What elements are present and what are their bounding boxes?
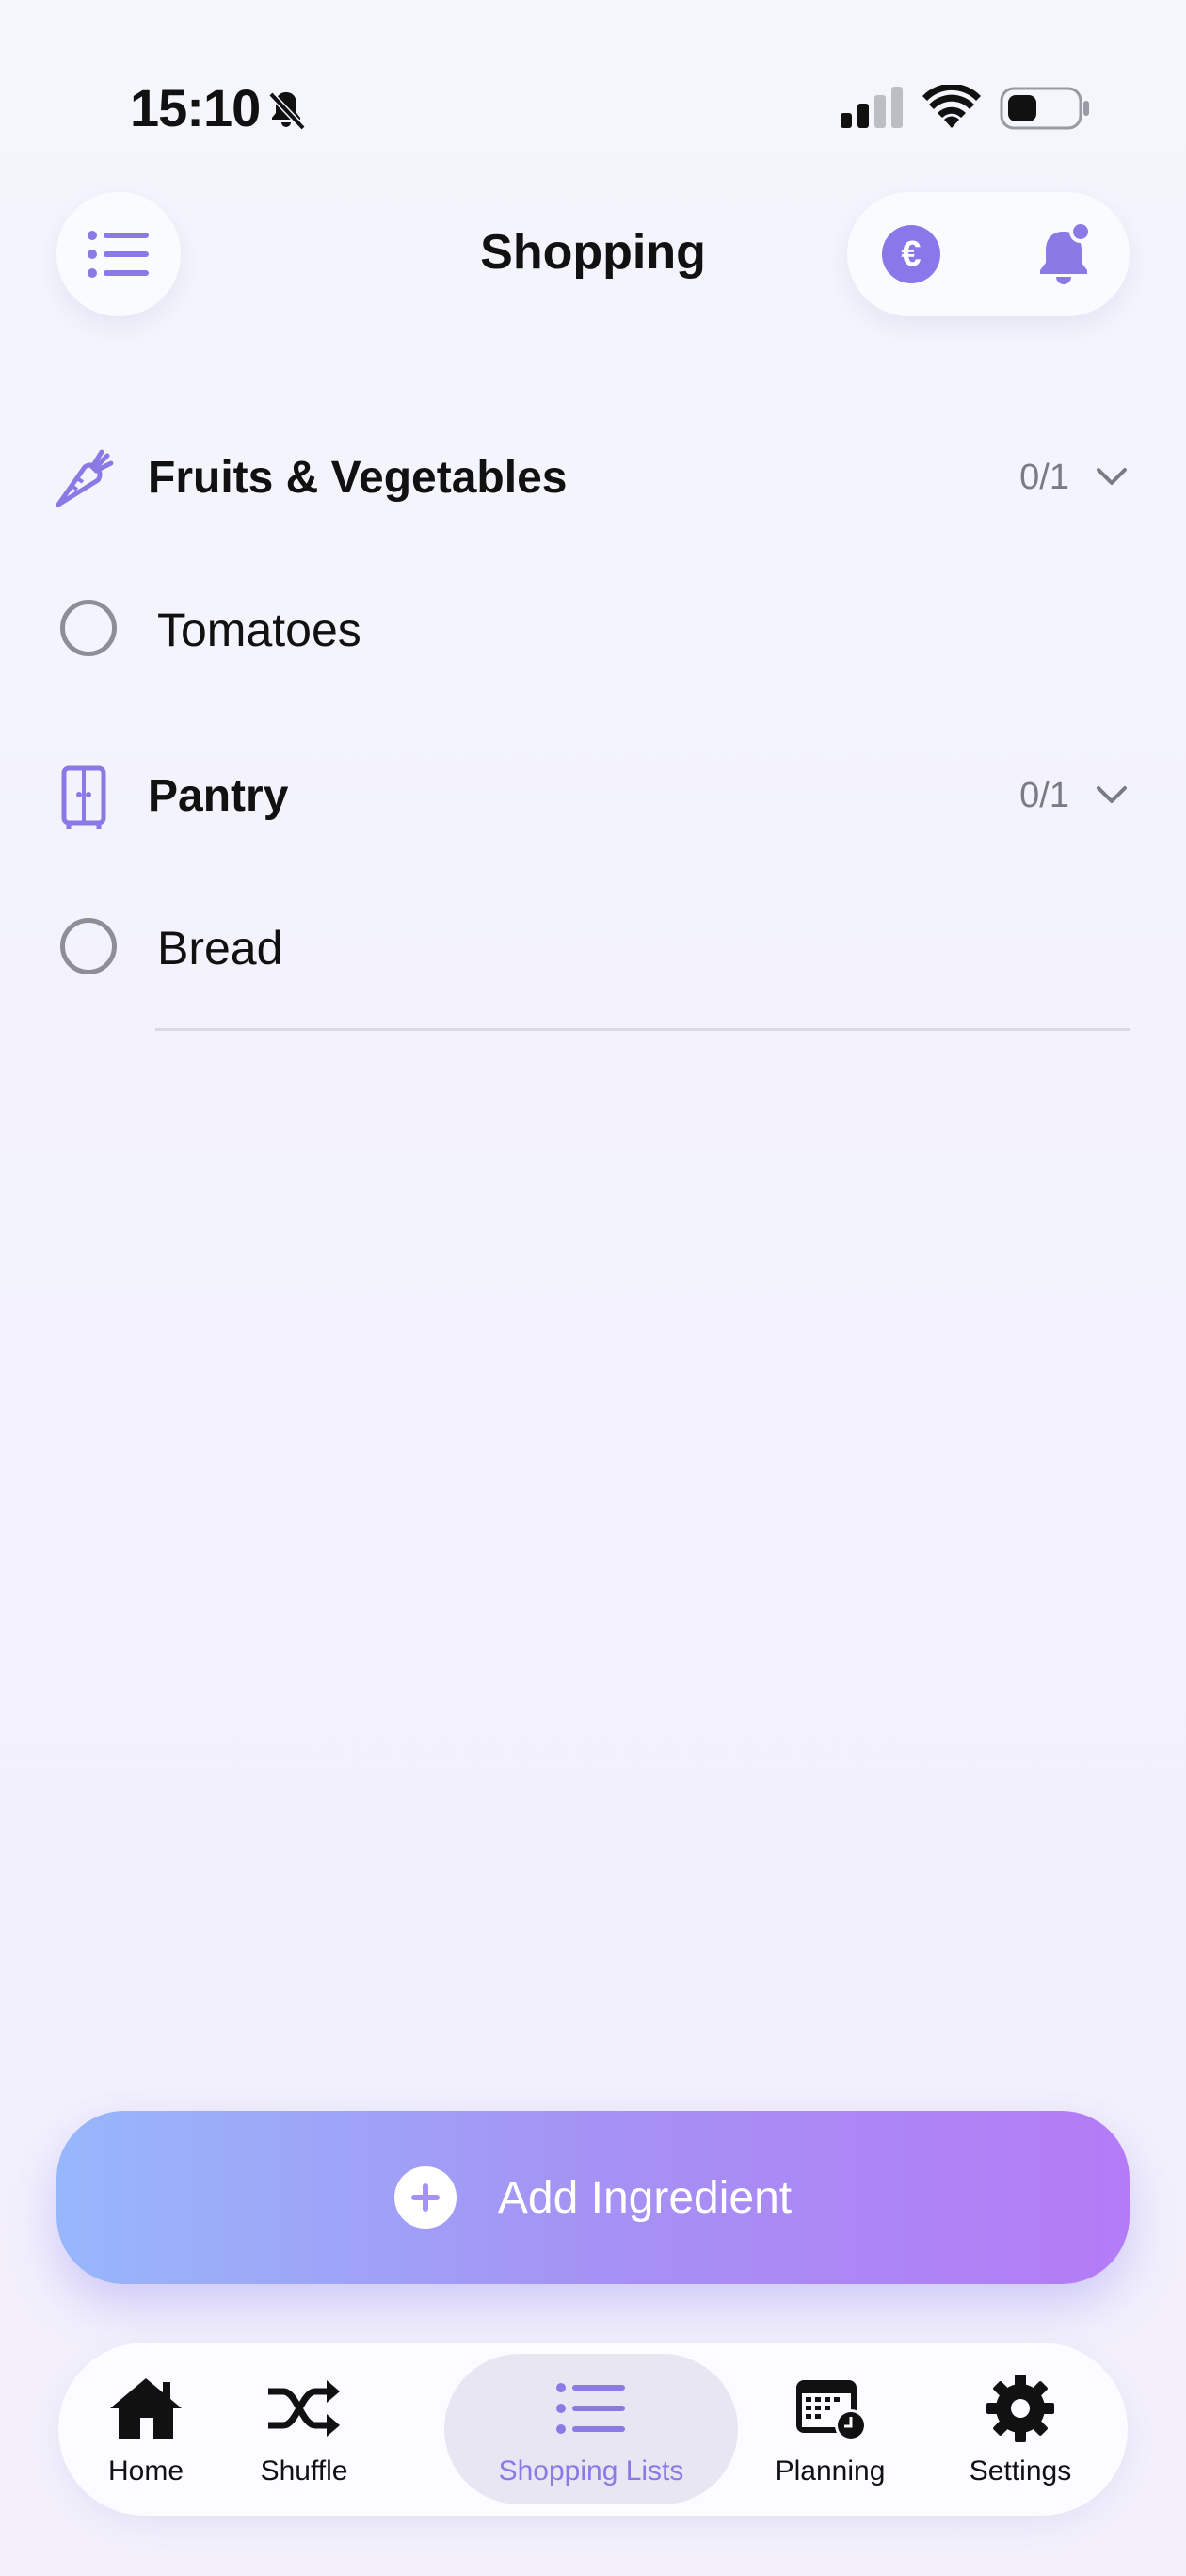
- bell-off-icon: [268, 91, 306, 131]
- calendar-clock-icon: [796, 2380, 867, 2441]
- item-label: Tomatoes: [157, 604, 361, 656]
- section-title: Fruits & Vegetables: [148, 453, 568, 503]
- section-header-pantry[interactable]: Pantry 0/1: [0, 746, 1186, 840]
- carrot-icon: [56, 449, 114, 507]
- section-count: 0/1: [1019, 458, 1069, 497]
- tab-shopping-lists[interactable]: Shopping Lists: [444, 2354, 738, 2504]
- item-label: Bread: [157, 922, 283, 974]
- item-checkbox[interactable]: [60, 918, 117, 974]
- tab-planning[interactable]: Planning: [751, 2343, 909, 2516]
- tab-label: Shopping Lists: [498, 2455, 684, 2487]
- status-time: 15:10: [130, 78, 261, 137]
- cellular-signal-icon: [841, 87, 903, 128]
- status-bar: 15:10: [0, 0, 1186, 188]
- tab-label: Shuffle: [260, 2455, 348, 2487]
- plus-circle-icon: [393, 2166, 457, 2229]
- tab-settings[interactable]: Settings: [938, 2343, 1103, 2516]
- list-icon: [556, 2383, 625, 2434]
- item-checkbox[interactable]: [60, 600, 117, 656]
- battery-icon: [1000, 87, 1089, 130]
- cupboard-icon: [61, 765, 106, 829]
- tab-label: Settings: [969, 2455, 1072, 2487]
- shuffle-icon: [268, 2380, 340, 2437]
- chevron-down-icon[interactable]: [1096, 465, 1128, 488]
- notification-bell-icon[interactable]: [1032, 220, 1098, 288]
- tab-bar: Home Shuffle Shopping Lists Planning Set…: [58, 2343, 1128, 2516]
- add-ingredient-label: Add Ingredient: [497, 2172, 793, 2223]
- house-icon: [110, 2378, 182, 2439]
- section-title: Pantry: [148, 771, 289, 821]
- tab-label: Home: [107, 2455, 184, 2487]
- divider: [155, 1028, 1130, 1031]
- gear-icon: [986, 2375, 1054, 2442]
- add-ingredient-button[interactable]: Add Ingredient: [56, 2111, 1130, 2284]
- currency-button[interactable]: €: [882, 225, 940, 283]
- tab-label: Planning: [775, 2455, 886, 2487]
- wifi-icon: [922, 85, 981, 128]
- header-actions: €: [847, 192, 1130, 316]
- list-item[interactable]: Bread: [0, 894, 1186, 998]
- chevron-down-icon[interactable]: [1096, 783, 1128, 806]
- section-count: 0/1: [1019, 776, 1069, 815]
- section-header-fruits-vegetables[interactable]: Fruits & Vegetables 0/1: [0, 427, 1186, 522]
- tab-shuffle[interactable]: Shuffle: [235, 2343, 373, 2516]
- tab-home[interactable]: Home: [77, 2343, 215, 2516]
- list-item[interactable]: Tomatoes: [0, 576, 1186, 680]
